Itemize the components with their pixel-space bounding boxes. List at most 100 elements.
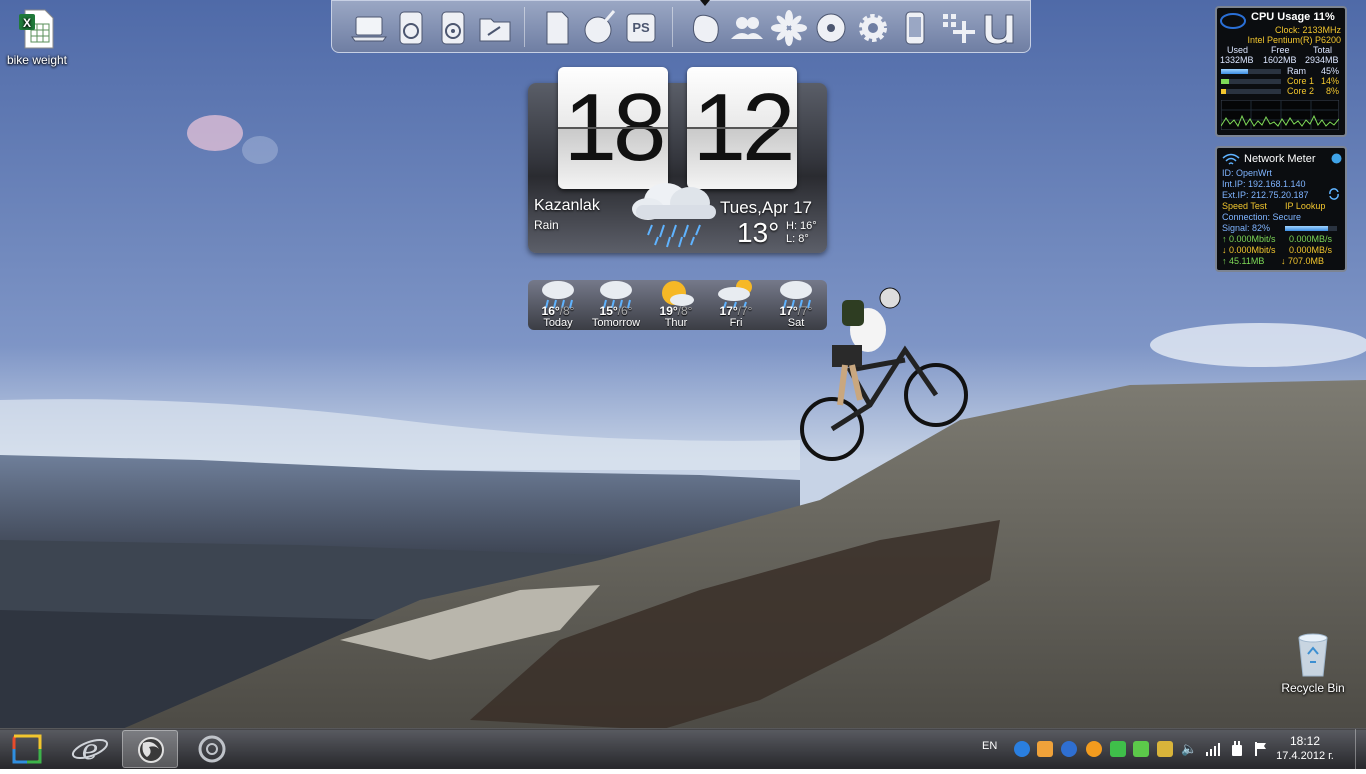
- forecast-day: 17°/7° Sat: [768, 280, 824, 329]
- forecast-low: /7°: [737, 304, 753, 318]
- spreadsheet-file-icon: X: [19, 9, 54, 49]
- taskbar-chrome[interactable]: [184, 730, 240, 768]
- start-windows-icon: [12, 734, 42, 764]
- tray-network-tool-icon[interactable]: [1037, 741, 1053, 757]
- phone-icon[interactable]: [896, 9, 934, 47]
- tray-pen-icon[interactable]: [1157, 741, 1173, 757]
- upload-mb: 0.000MB/s: [1289, 234, 1333, 244]
- total-downloaded: 707.0MB: [1288, 256, 1325, 266]
- start-button[interactable]: [0, 730, 56, 768]
- cpu-free-label: Free: [1271, 45, 1290, 55]
- ram-bar: [1221, 69, 1281, 74]
- grid-add-icon[interactable]: [938, 9, 976, 47]
- blob-icon[interactable]: [686, 9, 724, 47]
- taskbar-internet-explorer[interactable]: e: [62, 730, 118, 768]
- laptop-icon[interactable]: [350, 9, 388, 47]
- taskbar-clock[interactable]: 18:12 17.4.2012 г.: [1272, 734, 1338, 762]
- total-uploaded: 45.11MB: [1229, 256, 1265, 266]
- forecast-high: 19°: [659, 304, 678, 318]
- music-alt-icon[interactable]: [434, 9, 472, 47]
- taskbar-time: 18:12: [1289, 734, 1321, 748]
- dock-bar: PS: [331, 0, 1031, 53]
- disc-icon[interactable]: [812, 9, 850, 47]
- power-plug-icon[interactable]: [1229, 741, 1245, 757]
- clock-weather-widget[interactable]: 18 12 Kazanlak Rain Tues,Apr 17 13° H: 1…: [528, 67, 827, 253]
- folder-tools-icon[interactable]: [476, 9, 514, 47]
- chrome-icon: [198, 735, 226, 763]
- svg-text:e: e: [82, 733, 99, 766]
- core2-bar: [1221, 89, 1281, 94]
- cpu-title: CPU Usage: [1251, 11, 1311, 23]
- signal-bar: [1285, 226, 1337, 231]
- forecast-day: 16°/8° Today: [530, 280, 586, 329]
- speed-test-link[interactable]: Speed Test: [1222, 201, 1267, 211]
- forecast-day-label: Sat: [787, 317, 805, 329]
- upload-arrow-icon: ↑: [1222, 234, 1227, 244]
- tray-update-icon[interactable]: [1086, 741, 1102, 757]
- paint-icon[interactable]: [580, 9, 618, 47]
- network-id: ID: OpenWrt: [1222, 168, 1272, 178]
- cpu-history-graph: [1221, 100, 1339, 130]
- show-desktop-button[interactable]: [1355, 729, 1366, 769]
- download-mb: 0.000MB/s: [1289, 245, 1333, 255]
- volume-icon[interactable]: 🔈: [1181, 741, 1197, 757]
- forecast-day-label: Fri: [729, 317, 743, 329]
- wifi-icon: [1222, 153, 1240, 165]
- forecast-low: /6°: [617, 304, 633, 318]
- weather-city: Kazanlak: [534, 197, 600, 214]
- forecast-low: /7°: [797, 304, 813, 318]
- cpu-used-label: Used: [1227, 45, 1249, 55]
- weather-forecast-strip: 16°/8° Today 15°/6° Tomorrow 19°/8° Thur…: [528, 279, 827, 330]
- utorrent-icon[interactable]: [980, 9, 1018, 47]
- music-icon[interactable]: [392, 9, 430, 47]
- users-icon[interactable]: [728, 9, 766, 47]
- core2-value: 8%: [1325, 86, 1339, 96]
- core2-label: Core 2: [1287, 86, 1315, 96]
- upload-rate: 0.000Mbit/s: [1229, 234, 1276, 244]
- forecast-high: 17°: [779, 304, 798, 318]
- forecast-low: /8°: [559, 304, 575, 318]
- photoshop-icon[interactable]: PS: [622, 9, 660, 47]
- network-connection: Connection: Secure: [1222, 212, 1302, 222]
- network-signal: Signal: 82%: [1222, 223, 1271, 233]
- language-indicator[interactable]: EN: [982, 740, 997, 752]
- total-down-arrow-icon: ↓: [1281, 256, 1286, 266]
- signal-strength-icon[interactable]: [1205, 741, 1221, 757]
- cpu-usage-gadget[interactable]: CPU Usage 11% Clock: 2133MHz Intel Penti…: [1215, 6, 1347, 137]
- tray-security-icon[interactable]: [1133, 741, 1149, 757]
- flower-icon[interactable]: [770, 9, 808, 47]
- tray-green-app-icon[interactable]: [1110, 741, 1126, 757]
- weather-low: L: 8°: [786, 233, 809, 245]
- gear-icon[interactable]: [854, 9, 892, 47]
- network-int-ip: Int.IP: 192.168.1.140: [1222, 179, 1306, 189]
- tray-shield-icon[interactable]: [1014, 741, 1030, 757]
- action-center-flag-icon[interactable]: [1253, 741, 1269, 757]
- recycle-bin-label: Recycle Bin: [1281, 681, 1345, 695]
- rain-cloud-icon: [632, 183, 716, 248]
- cpu-total-label: Total: [1313, 45, 1333, 55]
- refresh-icon[interactable]: [1328, 188, 1340, 200]
- ram-value: 45%: [1320, 66, 1339, 76]
- tray-sync-icon[interactable]: [1061, 741, 1077, 757]
- cpu-free-value: 1602MB: [1263, 55, 1297, 65]
- weather-high: H: 16°: [786, 220, 817, 232]
- globe-icon: [1331, 153, 1342, 164]
- download-rate: 0.000Mbit/s: [1229, 245, 1276, 255]
- firefox-icon: [138, 737, 164, 763]
- taskbar-firefox[interactable]: [122, 730, 178, 768]
- desktop-file-label: bike weight: [6, 53, 68, 67]
- photoshop-icon-text: PS: [632, 20, 650, 35]
- intel-logo-icon: [1220, 13, 1246, 29]
- desktop-file-bike-weight[interactable]: X bike weight: [4, 8, 70, 67]
- core1-bar: [1221, 79, 1281, 84]
- network-meter-gadget[interactable]: Network Meter ID: OpenWrt Int.IP: 192.16…: [1215, 146, 1347, 272]
- ip-lookup-link[interactable]: IP Lookup: [1285, 201, 1325, 211]
- cpu-usage-value: 11%: [1313, 11, 1335, 23]
- weather-current-temp: 13°: [737, 217, 780, 248]
- weather-condition: Rain: [534, 218, 559, 232]
- forecast-day: 17°/7° Fri: [708, 279, 764, 329]
- recycle-bin[interactable]: Recycle Bin: [1278, 632, 1348, 695]
- document-icon[interactable]: [538, 9, 576, 47]
- taskbar: e EN 🔈 18:12 17.4.2012 г.: [0, 728, 1366, 769]
- ram-label: Ram: [1287, 66, 1307, 76]
